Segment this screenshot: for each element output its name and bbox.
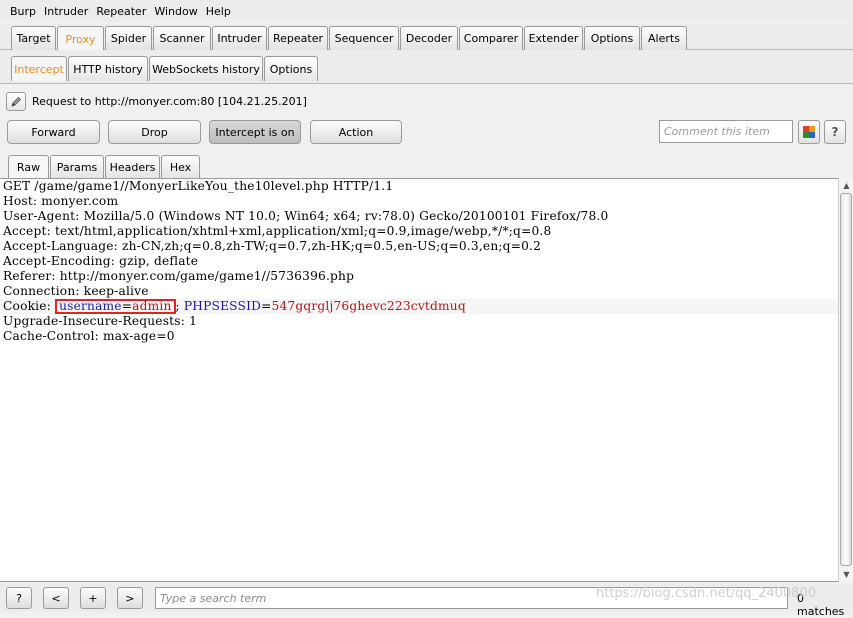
scroll-up-icon[interactable]: ▲ bbox=[839, 178, 853, 193]
highlight-color-button[interactable] bbox=[798, 120, 820, 144]
tab-raw[interactable]: Raw bbox=[8, 155, 49, 178]
menu-bar: Burp Intruder Repeater Window Help bbox=[0, 0, 853, 22]
header-connection: Connection: keep-alive bbox=[3, 284, 149, 298]
scroll-down-icon[interactable]: ▼ bbox=[839, 567, 853, 582]
header-referer: Referer: http://monyer.com/game/game1//5… bbox=[3, 269, 355, 283]
search-bar: ? < + > Type a search term 0 matches bbox=[0, 584, 853, 618]
tab-options[interactable]: Options bbox=[584, 26, 640, 50]
menu-repeater[interactable]: Repeater bbox=[92, 5, 150, 18]
cookie-value-username: admin bbox=[132, 299, 172, 313]
tab-http-history[interactable]: HTTP history bbox=[68, 56, 148, 81]
header-cookie: Cookie: username=admin; PHPSESSID=547gqr… bbox=[0, 299, 838, 314]
search-next-button[interactable]: > bbox=[117, 587, 143, 609]
cookie-value-phpsessid: 547gqrglj76ghevc223cvtdmuq bbox=[271, 299, 466, 313]
header-cache-control: Cache-Control: max-age=0 bbox=[3, 329, 175, 343]
request-editor[interactable]: GET /game/game1//MonyerLikeYou_the10leve… bbox=[0, 178, 838, 582]
proxy-tab-bar: Intercept HTTP history WebSockets histor… bbox=[0, 50, 853, 84]
tab-params[interactable]: Params bbox=[50, 155, 104, 178]
menu-intruder[interactable]: Intruder bbox=[40, 5, 92, 18]
header-upgrade-insecure: Upgrade-Insecure-Requests: 1 bbox=[3, 314, 198, 328]
tab-websockets-history[interactable]: WebSockets history bbox=[149, 56, 263, 81]
cookie-separator: ; bbox=[175, 299, 184, 313]
cookie-equals: = bbox=[261, 299, 272, 313]
comment-input[interactable]: Comment this item bbox=[659, 120, 793, 143]
header-accept-language: Accept-Language: zh-CN,zh;q=0.8,zh-TW;q=… bbox=[3, 239, 542, 253]
menu-help[interactable]: Help bbox=[202, 5, 235, 18]
cookie-key-phpsessid: PHPSESSID bbox=[183, 299, 262, 313]
tab-headers[interactable]: Headers bbox=[105, 155, 160, 178]
tab-scanner[interactable]: Scanner bbox=[153, 26, 211, 50]
menu-window[interactable]: Window bbox=[150, 5, 201, 18]
tab-repeater[interactable]: Repeater bbox=[268, 26, 328, 50]
request-target-label: Request to http://monyer.com:80 [104.21.… bbox=[32, 95, 307, 108]
tab-spider[interactable]: Spider bbox=[105, 26, 152, 50]
menu-burp[interactable]: Burp bbox=[6, 5, 40, 18]
help-button[interactable]: ? bbox=[824, 120, 846, 144]
action-button[interactable]: Action bbox=[310, 120, 402, 144]
search-help-button[interactable]: ? bbox=[6, 587, 32, 609]
tab-proxy-options[interactable]: Options bbox=[264, 56, 318, 81]
request-line: GET /game/game1//MonyerLikeYou_the10leve… bbox=[3, 179, 394, 193]
cookie-key-username: username bbox=[59, 299, 122, 313]
request-info: Request to http://monyer.com:80 [104.21.… bbox=[6, 92, 307, 111]
scroll-thumb[interactable] bbox=[840, 193, 852, 566]
tab-proxy[interactable]: Proxy bbox=[57, 26, 104, 51]
tab-comparer[interactable]: Comparer bbox=[459, 26, 523, 50]
tab-sequencer[interactable]: Sequencer bbox=[329, 26, 399, 50]
header-accept: Accept: text/html,application/xhtml+xml,… bbox=[3, 224, 552, 238]
header-host: Host: monyer.com bbox=[3, 194, 119, 208]
header-accept-encoding: Accept-Encoding: gzip, deflate bbox=[3, 254, 199, 268]
cookie-prefix: Cookie: bbox=[3, 299, 56, 313]
tab-hex[interactable]: Hex bbox=[161, 155, 200, 178]
drop-button[interactable]: Drop bbox=[108, 120, 201, 144]
tab-decoder[interactable]: Decoder bbox=[400, 26, 458, 50]
search-input[interactable]: Type a search term bbox=[155, 587, 788, 609]
cookie-equals: = bbox=[121, 299, 133, 313]
edit-pencil-icon[interactable] bbox=[6, 92, 26, 111]
tab-alerts[interactable]: Alerts bbox=[641, 26, 687, 50]
editor-scrollbar[interactable]: ▲ ▼ bbox=[838, 178, 853, 582]
search-add-button[interactable]: + bbox=[80, 587, 106, 609]
match-count: 0 matches bbox=[797, 592, 845, 618]
intercept-toggle-button[interactable]: Intercept is on bbox=[209, 120, 301, 144]
color-grid-icon bbox=[803, 126, 815, 138]
tab-intercept[interactable]: Intercept bbox=[11, 56, 67, 81]
main-tab-bar: Target Proxy Spider Scanner Intruder Rep… bbox=[0, 24, 853, 51]
tab-target[interactable]: Target bbox=[11, 26, 56, 50]
cookie-highlight-box: username=admin bbox=[55, 299, 176, 314]
tab-extender[interactable]: Extender bbox=[524, 26, 583, 50]
forward-button[interactable]: Forward bbox=[7, 120, 100, 144]
header-user-agent: User-Agent: Mozilla/5.0 (Windows NT 10.0… bbox=[3, 209, 609, 223]
search-prev-button[interactable]: < bbox=[43, 587, 69, 609]
tab-intruder[interactable]: Intruder bbox=[212, 26, 267, 50]
